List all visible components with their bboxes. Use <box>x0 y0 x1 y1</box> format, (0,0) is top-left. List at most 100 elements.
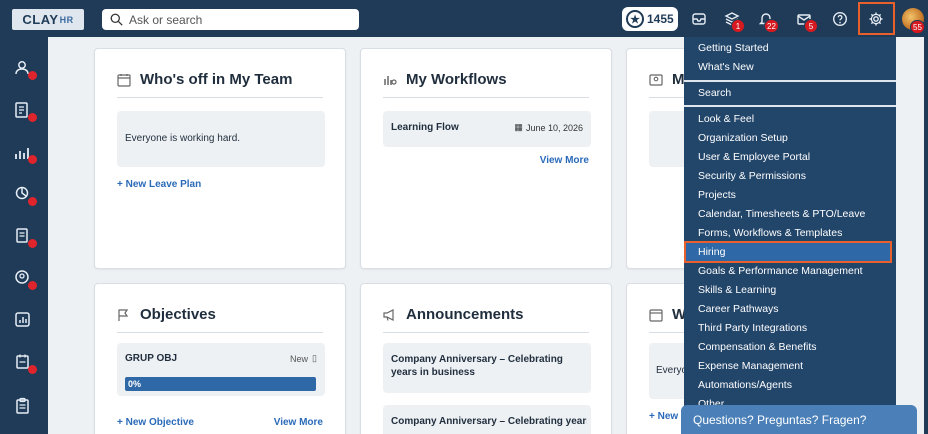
whos-off-message-box: Everyone is working hard. <box>117 111 325 167</box>
settings-button-highlight[interactable] <box>858 2 895 35</box>
notification-dot <box>28 365 37 374</box>
reports-icon[interactable] <box>14 101 37 122</box>
notification-dot <box>28 113 37 122</box>
sidebar <box>0 37 48 434</box>
menu-item-forms-workflows[interactable]: Forms, Workflows & Templates <box>698 227 842 239</box>
goals-icon[interactable] <box>14 185 37 206</box>
objectives-card: Objectives GRUP OBJ New ▯ 0% + New Objec… <box>94 283 346 434</box>
objective-status: New <box>290 353 309 364</box>
announcement-item[interactable]: Company Anniversary – Celebrating years <box>383 405 591 434</box>
objectives-view-more-link[interactable]: View More <box>274 417 323 428</box>
menu-item-skills-learning[interactable]: Skills & Learning <box>698 284 776 296</box>
objective-progress-bar: 0% <box>125 377 316 391</box>
search-input[interactable] <box>129 12 349 27</box>
help-chat-label: Questions? Preguntas? Fragen? <box>693 412 867 427</box>
workflow-item[interactable]: Learning Flow ▦ June 10, 2026 <box>383 111 591 147</box>
menu-item-compensation-benefits[interactable]: Compensation & Benefits <box>698 341 816 353</box>
card-title: M <box>649 71 685 88</box>
whos-off-card: Who's off in My Team Everyone is working… <box>94 48 346 269</box>
menu-item-user-employee-portal[interactable]: User & Employee Portal <box>698 151 810 163</box>
app-logo[interactable]: CLAY HR <box>12 9 84 30</box>
bell-badge: 22 <box>764 19 779 33</box>
divider <box>383 332 589 333</box>
points-value: 1455 <box>647 12 674 26</box>
menu-divider <box>684 105 896 107</box>
card-title: W <box>649 306 686 323</box>
document-icon: ▯ <box>312 353 317 363</box>
menu-item-career-pathways[interactable]: Career Pathways <box>698 303 779 315</box>
whos-off-title: Who's off in My Team <box>140 71 293 88</box>
menu-item-organization-setup[interactable]: Organization Setup <box>698 132 788 144</box>
menu-item-projects[interactable]: Projects <box>698 189 736 201</box>
search-box[interactable] <box>102 9 359 30</box>
logo-suffix: HR <box>59 14 74 25</box>
workflows-view-more-link[interactable]: View More <box>540 155 589 166</box>
documents-icon[interactable] <box>14 227 37 248</box>
menu-item-security-permissions[interactable]: Security & Permissions <box>698 170 806 182</box>
search-icon <box>110 13 123 26</box>
card-title: Who's off in My Team <box>117 71 292 88</box>
layers-badge: 1 <box>731 19 745 33</box>
help-icon[interactable] <box>829 8 851 30</box>
mail-badge: 5 <box>804 19 818 33</box>
avatar-badge: 55 <box>910 20 925 34</box>
time-icon[interactable] <box>14 353 37 374</box>
menu-item-expense-management[interactable]: Expense Management <box>698 360 803 372</box>
workflow-item-date: June 10, 2026 <box>525 122 583 133</box>
menu-item-getting-started[interactable]: Getting Started <box>698 42 769 54</box>
announcement-item[interactable]: Company Anniversary – Celebrating years … <box>383 343 591 393</box>
star-icon: ★ <box>626 10 644 28</box>
megaphone-icon <box>383 308 394 321</box>
workflows-card: My Workflows Learning Flow ▦ June 10, 20… <box>360 48 612 269</box>
announcements-title: Announcements <box>406 306 524 323</box>
gear-icon <box>865 8 887 30</box>
objectives-title: Objectives <box>140 306 216 323</box>
clipboard-icon[interactable] <box>14 397 34 417</box>
notification-dot <box>28 155 37 164</box>
dashboard-icon[interactable] <box>14 311 34 331</box>
menu-item-calendar-timesheets[interactable]: Calendar, Timesheets & PTO/Leave <box>698 208 865 220</box>
top-bar: CLAYHR ★ 1455 1 22 5 55 <box>0 0 928 37</box>
announcement-text: Company Anniversary – Celebrating years … <box>391 354 563 378</box>
sixth-card-text: Everyo <box>656 365 688 376</box>
announcements-card: Announcements Company Anniversary – Cele… <box>360 283 612 434</box>
menu-item-automations-agents[interactable]: Automations/Agents <box>698 379 792 391</box>
announcement-text: Company Anniversary – Celebrating years <box>391 416 587 427</box>
menu-item-third-party-integrations[interactable]: Third Party Integrations <box>698 322 807 334</box>
menu-item-hiring[interactable]: Hiring <box>698 246 725 258</box>
id-card-icon <box>649 73 663 86</box>
new-leave-plan-link[interactable]: + New Leave Plan <box>117 179 201 190</box>
card-title: Objectives <box>117 306 216 323</box>
divider <box>117 332 323 333</box>
new-objective-link[interactable]: + New Objective <box>117 417 194 428</box>
calendar-icon: ▦ <box>514 122 523 132</box>
help-chat-button[interactable]: Questions? Preguntas? Fragen? <box>681 405 917 434</box>
notification-dot <box>28 281 37 290</box>
workflows-title: My Workflows <box>406 71 507 88</box>
objective-progress-label: 0% <box>128 379 142 389</box>
people-icon[interactable] <box>14 59 37 80</box>
objective-item[interactable]: GRUP OBJ New ▯ 0% <box>117 343 325 396</box>
notification-dot <box>28 197 37 206</box>
menu-item-search[interactable]: Search <box>698 87 731 99</box>
menu-item-whats-new[interactable]: What's New <box>698 61 754 73</box>
points-counter[interactable]: ★ 1455 <box>622 7 678 31</box>
objective-name: GRUP OBJ <box>125 353 178 364</box>
menu-divider <box>684 80 896 82</box>
card-title: Announcements <box>383 306 524 323</box>
calendar-icon <box>649 308 663 322</box>
settings-dropdown: Getting Started What's New Search Look &… <box>684 37 896 434</box>
workflow-icon <box>384 75 397 85</box>
menu-item-goals-performance[interactable]: Goals & Performance Management <box>698 265 863 277</box>
flag-icon <box>118 308 129 321</box>
divider <box>117 97 323 98</box>
logo-text: CLAY <box>22 12 59 27</box>
workflow-item-name: Learning Flow <box>391 122 459 133</box>
menu-item-look-feel[interactable]: Look & Feel <box>698 113 754 125</box>
card-title: My Workflows <box>383 71 507 88</box>
analytics-icon[interactable] <box>14 143 37 164</box>
profile-icon[interactable] <box>14 269 37 290</box>
inbox-icon[interactable] <box>688 8 710 30</box>
whos-off-message: Everyone is working hard. <box>125 133 241 144</box>
notification-dot <box>28 239 37 248</box>
